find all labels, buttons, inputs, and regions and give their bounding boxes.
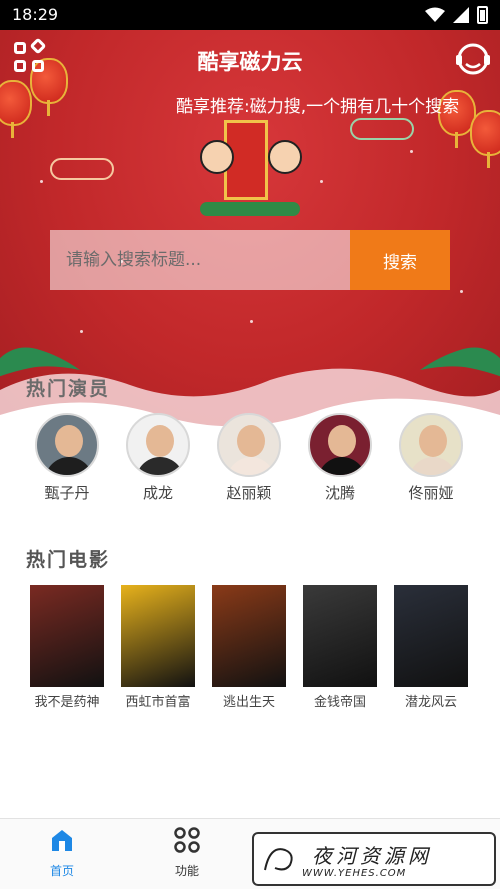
status-bar: 18:29 bbox=[0, 0, 500, 30]
snow-dot bbox=[40, 180, 43, 183]
search-bar: 搜索 bbox=[50, 230, 450, 290]
hero-banner: 酷享磁力云 酷享推荐:磁力搜,一个拥有几十个搜索 搜索 bbox=[0, 30, 500, 430]
actor-name: 佟丽娅 bbox=[408, 484, 454, 502]
emblem-base bbox=[200, 202, 300, 216]
avatar-body bbox=[45, 457, 93, 475]
watermark-title: 夜河资源网 bbox=[312, 844, 432, 868]
status-icons bbox=[425, 6, 488, 24]
movie-poster bbox=[212, 585, 286, 687]
movie-item[interactable]: 我不是药神 bbox=[22, 585, 112, 710]
actor-item[interactable]: 赵丽颖 bbox=[204, 413, 294, 503]
signal-icon bbox=[453, 7, 469, 23]
snow-dot bbox=[460, 290, 463, 293]
avatar bbox=[35, 413, 99, 477]
actor-name: 赵丽颖 bbox=[226, 484, 272, 502]
tab-label: 功能 bbox=[174, 864, 199, 878]
snow-dot bbox=[320, 180, 323, 183]
actors-list: 甄子丹 成龙 赵丽颖 沈腾 佟丽娅 bbox=[0, 413, 500, 508]
actor-name: 沈腾 bbox=[324, 484, 355, 502]
movie-poster bbox=[30, 585, 104, 687]
avatar bbox=[217, 413, 281, 477]
new-year-emblem bbox=[200, 110, 302, 230]
movies-list: 我不是药神 西虹市首富 逃出生天 金钱帝国 潜龙风云 bbox=[0, 585, 500, 715]
snow-dot bbox=[250, 320, 253, 323]
child-figure bbox=[200, 140, 234, 174]
search-input[interactable] bbox=[50, 230, 350, 290]
watermark-overlay: 夜河资源网 WWW.YEHES.COM bbox=[252, 832, 496, 886]
avatar-face bbox=[237, 425, 265, 457]
movie-item[interactable]: 金钱帝国 bbox=[295, 585, 385, 710]
avatar bbox=[308, 413, 372, 477]
status-time: 18:29 bbox=[12, 5, 59, 24]
ornament-icon bbox=[264, 848, 293, 871]
movie-title: 金钱帝国 bbox=[313, 695, 366, 710]
hot-movies-title: 热门电影 bbox=[26, 549, 111, 571]
tab-features[interactable]: 功能 bbox=[147, 827, 227, 879]
home-icon bbox=[52, 830, 72, 851]
movie-title: 我不是药神 bbox=[34, 695, 100, 710]
actor-item[interactable]: 成龙 bbox=[113, 413, 203, 503]
movie-item[interactable]: 逃出生天 bbox=[204, 585, 294, 710]
tab-label: 首页 bbox=[49, 864, 74, 878]
actor-name: 甄子丹 bbox=[44, 484, 90, 502]
avatar-body bbox=[227, 457, 275, 475]
avatar-face bbox=[328, 425, 356, 457]
snow-dot bbox=[80, 330, 83, 333]
movie-title: 逃出生天 bbox=[222, 695, 275, 710]
lantern-decoration bbox=[0, 80, 32, 138]
cloud-decoration bbox=[350, 118, 414, 140]
tab-home[interactable]: 首页 bbox=[22, 827, 102, 879]
avatar bbox=[126, 413, 190, 477]
avatar-face bbox=[419, 425, 447, 457]
movie-poster bbox=[394, 585, 468, 687]
hot-actors-title: 热门演员 bbox=[26, 378, 111, 400]
avatar bbox=[399, 413, 463, 477]
avatar-face bbox=[146, 425, 174, 457]
movie-title: 西虹市首富 bbox=[125, 695, 191, 710]
avatar-body bbox=[136, 457, 184, 475]
movie-poster bbox=[303, 585, 377, 687]
movie-poster bbox=[121, 585, 195, 687]
child-figure bbox=[268, 140, 302, 174]
actor-name: 成龙 bbox=[142, 484, 173, 502]
snow-dot bbox=[410, 150, 413, 153]
movie-item[interactable]: 潜龙风云 bbox=[386, 585, 476, 710]
avatar-body bbox=[318, 457, 366, 475]
movie-item[interactable]: 西虹市首富 bbox=[113, 585, 203, 710]
wifi-icon bbox=[425, 7, 445, 22]
watermark-url: WWW.YEHES.COM bbox=[302, 868, 407, 879]
battery-icon bbox=[477, 6, 488, 24]
movie-title: 潜龙风云 bbox=[404, 695, 457, 710]
actor-item[interactable]: 佟丽娅 bbox=[386, 413, 476, 503]
grid-icon bbox=[174, 827, 200, 853]
search-button[interactable]: 搜索 bbox=[350, 230, 450, 290]
avatar-body bbox=[409, 457, 457, 475]
avatar-face bbox=[55, 425, 83, 457]
customer-service-icon[interactable] bbox=[454, 40, 492, 78]
cloud-decoration bbox=[50, 158, 114, 180]
actor-item[interactable]: 甄子丹 bbox=[22, 413, 112, 503]
app-title: 酷享磁力云 bbox=[197, 50, 303, 74]
actor-item[interactable]: 沈腾 bbox=[295, 413, 385, 503]
